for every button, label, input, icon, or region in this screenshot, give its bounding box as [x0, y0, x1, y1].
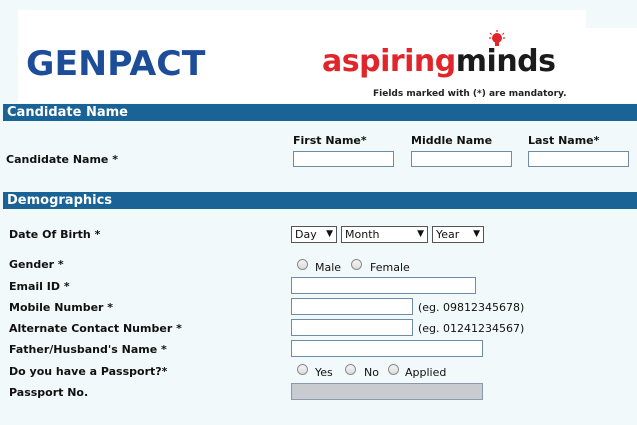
gender-female-label: Female: [370, 261, 410, 274]
passport-applied-radio[interactable]: [388, 364, 399, 375]
passport-yes-radio[interactable]: [297, 364, 308, 375]
chevron-down-icon: ▼: [417, 229, 424, 239]
aspiringminds-logo: aspiringminds: [322, 44, 556, 79]
middle-name-input[interactable]: [411, 151, 512, 167]
header-banner-right: [586, 28, 637, 103]
chevron-down-icon: ▼: [326, 229, 333, 239]
gender-male-radio[interactable]: [297, 259, 308, 270]
first-name-header: First Name*: [293, 134, 367, 147]
passport-no-radio[interactable]: [345, 364, 356, 375]
father-name-input[interactable]: [291, 340, 483, 357]
dob-month-select[interactable]: Month ▼: [341, 226, 428, 243]
passport-no-field-label: Passport No.: [9, 386, 89, 399]
chevron-down-icon: ▼: [473, 229, 480, 239]
mobile-label: Mobile Number *: [9, 301, 114, 314]
alt-contact-input[interactable]: [291, 319, 413, 336]
passport-applied-label: Applied: [405, 366, 447, 379]
passport-yes-label: Yes: [315, 366, 333, 379]
section-header-demographics: Demographics: [3, 192, 637, 209]
passport-no-label: No: [364, 366, 379, 379]
dob-day-select[interactable]: Day ▼: [291, 226, 337, 243]
dob-label: Date Of Birth *: [9, 228, 101, 241]
father-name-label: Father/Husband's Name *: [9, 343, 167, 356]
passport-number-input: [291, 383, 483, 400]
mobile-hint: (eg. 09812345678): [418, 301, 525, 314]
gender-male-label: Male: [315, 261, 342, 274]
mandatory-note: Fields marked with (*) are mandatory.: [373, 89, 567, 99]
alt-contact-hint: (eg. 01241234567): [418, 322, 525, 335]
page-header: GENPACT aspiringminds Fields marked with…: [0, 0, 637, 103]
first-name-input[interactable]: [293, 151, 394, 167]
email-label: Email ID *: [9, 280, 70, 293]
last-name-input[interactable]: [528, 151, 629, 167]
passport-question-label: Do you have a Passport?*: [9, 365, 168, 378]
candidate-name-label: Candidate Name *: [6, 153, 118, 166]
genpact-logo: GENPACT: [26, 44, 206, 84]
gender-female-radio[interactable]: [351, 259, 362, 270]
gender-label: Gender *: [9, 258, 64, 271]
middle-name-header: Middle Name: [411, 134, 493, 147]
section-header-candidate-name: Candidate Name: [3, 104, 637, 121]
alt-contact-label: Alternate Contact Number *: [9, 322, 182, 335]
dob-year-select[interactable]: Year ▼: [432, 226, 484, 243]
email-input[interactable]: [291, 277, 476, 294]
mobile-input[interactable]: [291, 298, 413, 315]
last-name-header: Last Name*: [528, 134, 600, 147]
